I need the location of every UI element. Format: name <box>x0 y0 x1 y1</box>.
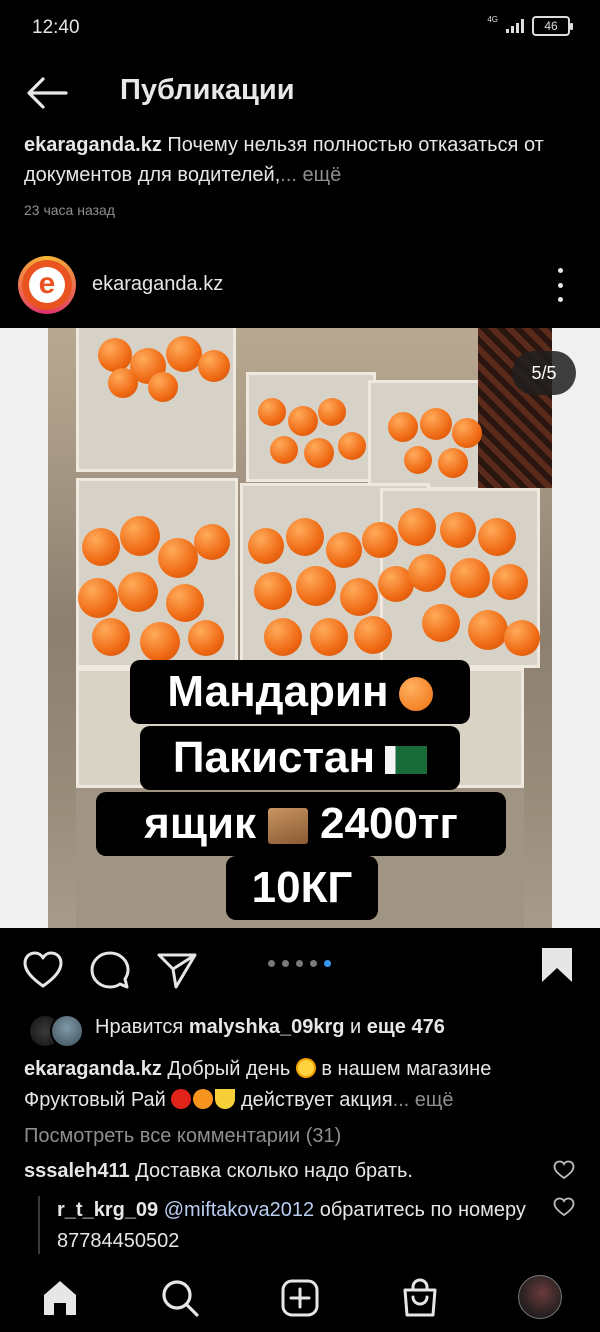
banana-emoji-icon <box>215 1089 236 1109</box>
comment-username[interactable]: sssaleh411 <box>24 1160 130 1182</box>
mention-link[interactable]: @miftakova2012 <box>164 1199 314 1221</box>
post-image[interactable]: Мандарин Пакистан ящик 2400тг 10КГ 5/5 <box>0 328 600 928</box>
comment-like-heart-icon[interactable] <box>553 1160 575 1180</box>
caption-username[interactable]: ekaraganda.kz <box>24 1058 162 1080</box>
bottom-navigation <box>0 1268 600 1332</box>
image-counter: 5/5 <box>512 351 576 395</box>
back-arrow-icon[interactable] <box>26 76 68 110</box>
page-title: Публикации <box>120 74 295 106</box>
status-indicators: 4G 46 <box>487 15 573 36</box>
search-icon[interactable] <box>160 1278 200 1318</box>
profile-avatar[interactable] <box>518 1275 562 1319</box>
carousel-dots <box>268 960 331 967</box>
caption-username[interactable]: ekaraganda.kz <box>24 134 162 156</box>
more-link[interactable]: ... ещё <box>280 164 341 186</box>
sun-emoji-icon <box>295 1058 316 1078</box>
comment-reply: r_t_krg_09 @miftakova2012 обратитесь по … <box>57 1195 547 1257</box>
tangerine-emoji-icon <box>193 1089 214 1109</box>
post-caption: ekaraganda.kz Добрый день в нашем магази… <box>24 1058 492 1111</box>
create-post-icon[interactable] <box>280 1278 320 1318</box>
reply-thread-line <box>38 1196 40 1254</box>
banner-line-1: Мандарин <box>130 660 470 724</box>
comment-username[interactable]: r_t_krg_09 <box>57 1199 158 1221</box>
previous-post-caption: ekaraganda.kz Почему нельзя полностью от… <box>24 130 584 190</box>
more-link[interactable]: ... ещё <box>393 1089 454 1111</box>
avatar-logo: e <box>29 267 65 303</box>
likes-count[interactable]: Нравится malyshka_09krg и еще 476 <box>95 1016 445 1039</box>
liker-username[interactable]: malyshka_09krg <box>189 1016 345 1038</box>
banner-line-3: ящик 2400тг <box>96 792 506 856</box>
tomato-emoji-icon <box>171 1089 192 1109</box>
post-username[interactable]: ekaraganda.kz <box>92 273 223 296</box>
tangerine-crates-photo: Мандарин Пакистан ящик 2400тг 10КГ <box>48 328 552 928</box>
banner-line-2: Пакистан <box>140 726 460 790</box>
carousel-dot <box>296 960 303 967</box>
post-timestamp: 23 часа назад <box>24 202 115 218</box>
network-type: 4G <box>487 15 498 24</box>
shopping-bag-icon[interactable] <box>400 1278 440 1318</box>
home-icon[interactable] <box>40 1278 80 1318</box>
bookmark-icon[interactable] <box>540 946 574 984</box>
pakistan-flag-icon <box>385 746 428 775</box>
comment-text: Доставка сколько надо брать. <box>129 1160 413 1182</box>
more-options-icon[interactable] <box>550 268 570 302</box>
carousel-dot <box>282 960 289 967</box>
tangerine-emoji-icon <box>398 677 433 712</box>
banner-line-4: 10КГ <box>226 856 378 920</box>
heart-icon[interactable] <box>22 950 64 990</box>
carousel-dot-active <box>324 960 331 967</box>
account-avatar[interactable]: e <box>18 256 76 314</box>
battery-icon: 46 <box>532 16 573 36</box>
likes-others[interactable]: еще 476 <box>367 1016 445 1038</box>
comment: sssaleh411 Доставка сколько надо брать. <box>24 1156 544 1187</box>
box-emoji-icon <box>268 808 309 845</box>
view-all-comments-link[interactable]: Посмотреть все комментарии (31) <box>24 1125 341 1148</box>
carousel-dot <box>310 960 317 967</box>
status-time: 12:40 <box>32 17 80 38</box>
carousel-dot <box>268 960 275 967</box>
signal-icon <box>506 19 524 33</box>
comment-icon[interactable] <box>90 950 130 990</box>
liker-avatars[interactable] <box>28 1014 84 1048</box>
comment-like-heart-icon[interactable] <box>553 1197 575 1217</box>
send-icon[interactable] <box>156 950 198 990</box>
